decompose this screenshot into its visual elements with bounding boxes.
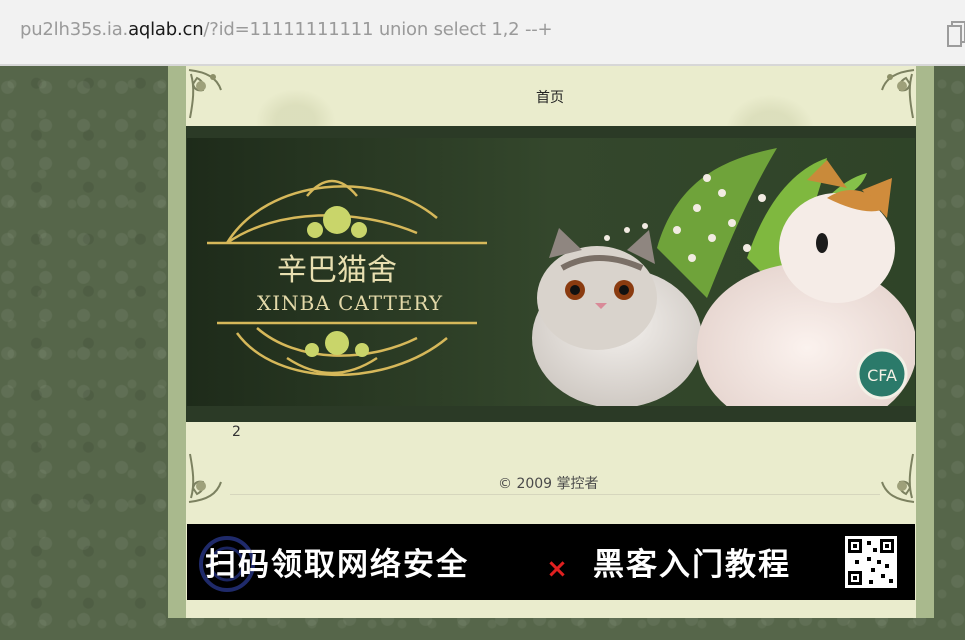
banner-title-cn: 辛巴猫舍 — [277, 253, 397, 288]
url-text[interactable]: pu2lh35s.ia.aqlab.cn/?id=11111111111 uni… — [20, 19, 553, 40]
qr-code-icon — [845, 536, 897, 588]
corner-ornament-icon — [188, 453, 222, 503]
banner-artwork: 辛巴猫舍 XINBA CATTERY CFA — [187, 138, 915, 406]
ad-text-right: 黑客入门教程 — [593, 547, 791, 583]
ad-text-left: 扫码领取网络安全 — [205, 547, 469, 583]
footer-copyright: © 2009 掌控者 — [498, 476, 599, 492]
nav-home-link[interactable]: 首页 — [536, 87, 564, 107]
banner-title-en: XINBA CATTERY — [257, 291, 443, 315]
copy-icon[interactable] — [947, 18, 965, 48]
ad-artwork: 扫码领取网络安全 × 黑客入门教程 — [187, 524, 915, 600]
url-prefix: pu2lh35s.ia. — [20, 19, 129, 40]
corner-ornament-icon — [881, 453, 915, 503]
corner-ornament-icon — [881, 69, 915, 119]
banner-image: 辛巴猫舍 XINBA CATTERY CFA — [187, 138, 915, 406]
query-result-value: 2 — [232, 424, 241, 440]
url-suffix: /?id=11111111111 union select 1,2 --+ — [203, 19, 553, 40]
ad-cross: × — [546, 554, 568, 584]
ad-banner[interactable]: 扫码领取网络安全 × 黑客入门教程 — [187, 524, 915, 600]
browser-address-bar[interactable]: pu2lh35s.ia.aqlab.cn/?id=11111111111 uni… — [0, 0, 965, 66]
url-host: aqlab.cn — [128, 19, 204, 40]
corner-ornament-icon — [188, 69, 222, 119]
cfa-badge-text: CFA — [867, 366, 897, 385]
footer-divider — [230, 494, 880, 495]
